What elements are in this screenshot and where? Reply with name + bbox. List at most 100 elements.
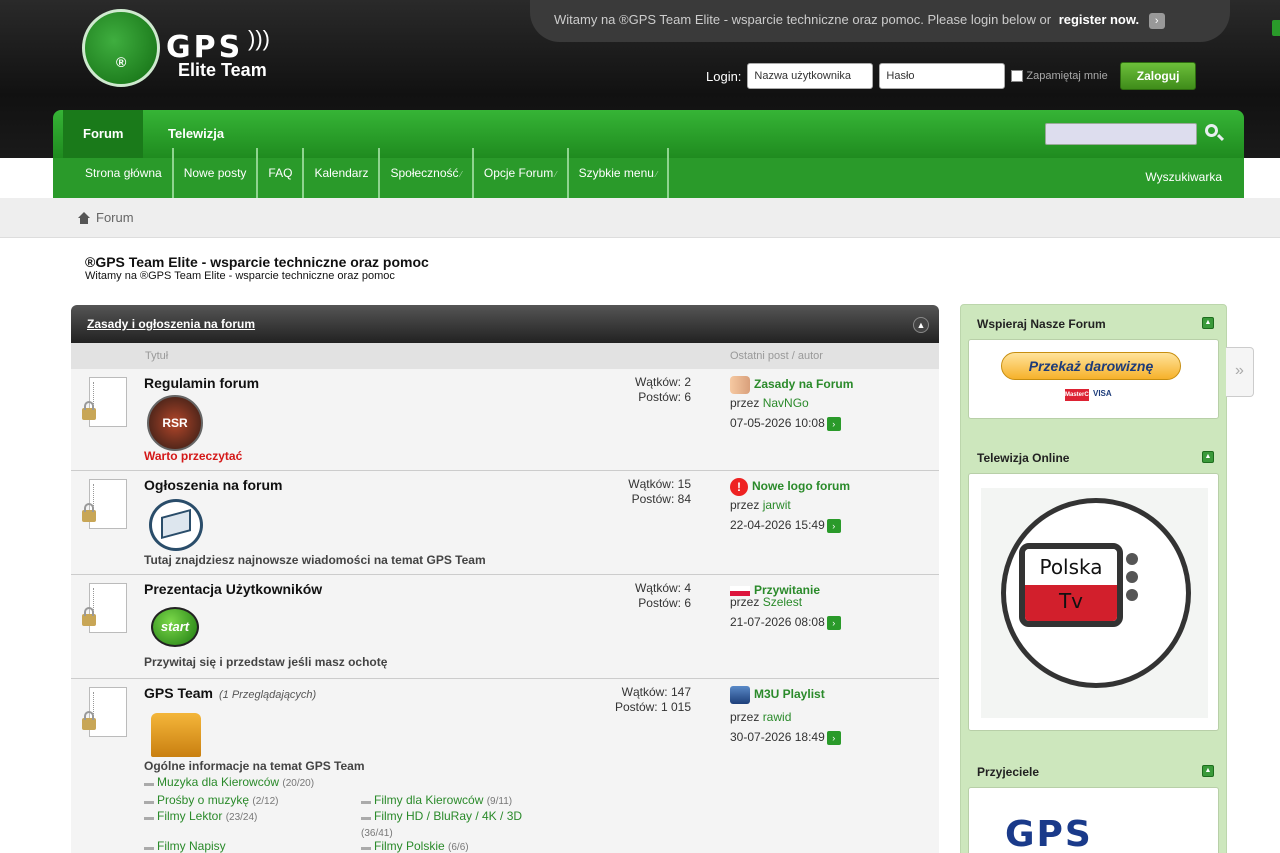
last-post-title[interactable]: M3U Playlist xyxy=(754,687,825,701)
sidebar-toggle-icon[interactable]: » xyxy=(1226,347,1254,397)
col-title: Tytuł xyxy=(145,350,169,362)
subforum-link[interactable]: Filmy Lektor xyxy=(157,809,222,824)
subforum-item[interactable]: ▬ Filmy Napisy xyxy=(144,839,226,853)
expand-icon[interactable]: ▲ xyxy=(1202,765,1214,777)
polska-tv-logo[interactable]: Polska Tv xyxy=(981,488,1208,718)
site-logo[interactable]: ® GPS ))) Elite Team xyxy=(82,4,292,92)
friends-content: GPS xyxy=(968,787,1219,853)
subforum-link[interactable]: Filmy Polskie xyxy=(374,839,445,853)
donate-button[interactable]: Przekaż darowiznę xyxy=(1001,352,1181,380)
subforum-link[interactable]: Muzyka dla Kierowców xyxy=(157,775,279,790)
dropdown-icon: ⁄ xyxy=(555,170,557,179)
go-to-post-icon[interactable]: › xyxy=(826,730,841,745)
subforum-count: (9/11) xyxy=(486,796,513,807)
friend-gps-logo[interactable]: GPS xyxy=(1005,814,1093,853)
go-to-post-icon[interactable]: › xyxy=(826,615,841,630)
subnav-kalendarz[interactable]: Kalendarz xyxy=(304,148,381,198)
forum-stats: Wątków: 4 Postów: 6 xyxy=(635,581,691,611)
go-to-post-icon[interactable]: › xyxy=(826,416,841,431)
page-header: ®GPS Team Elite - wsparcie techniczne or… xyxy=(85,254,429,282)
forum-stats: Wątków: 15 Postów: 84 xyxy=(628,477,691,507)
friends-box: Przyjeciele ▲ GPS xyxy=(961,753,1226,853)
register-link[interactable]: register now. xyxy=(1059,12,1139,27)
subnav-faq[interactable]: FAQ xyxy=(258,148,305,198)
subnav-spolecznosc[interactable]: Społeczność ⁄ xyxy=(380,148,474,198)
viewing-count: (1 Przeglądających) xyxy=(219,689,317,701)
search-input[interactable] xyxy=(1045,123,1197,145)
subforum-icon: ▬ xyxy=(144,778,154,789)
page-title: ®GPS Team Elite - wsparcie techniczne or… xyxy=(85,254,429,270)
forum-title[interactable]: Regulamin forum xyxy=(144,375,259,391)
welcome-bar: Witamy na ®GPS Team Elite - wsparcie tec… xyxy=(530,0,1230,42)
forum-status-icon xyxy=(82,377,127,427)
subforum-link[interactable]: Filmy HD / BluRay / 4K / 3D xyxy=(374,809,522,824)
password-field[interactable] xyxy=(879,63,1006,89)
signal-waves-icon: ))) xyxy=(248,26,270,51)
forum-title[interactable]: Prezentacja Użytkowników xyxy=(144,581,322,597)
advanced-search-link[interactable]: Wyszukiwarka xyxy=(1145,170,1222,184)
posts-count: Postów: 1 015 xyxy=(614,700,691,714)
visa-icon: VISA xyxy=(1093,389,1112,398)
forum-status-icon xyxy=(82,479,127,529)
subforum-item[interactable]: ▬ Muzyka dla Kierowców (20/20) xyxy=(144,775,314,791)
threads-count: Wątków: 4 xyxy=(634,581,691,595)
friends-box-header: Przyjeciele ▲ xyxy=(961,753,1226,787)
forum-status-icon xyxy=(82,687,127,737)
expand-icon[interactable]: ▲ xyxy=(1202,451,1214,463)
subforum-link[interactable]: Prośby o muzykę xyxy=(157,793,249,808)
go-to-post-icon[interactable]: › xyxy=(826,518,841,533)
last-post: M3U Playlist przez rawid 30-07-2026 18:4… xyxy=(730,685,841,746)
last-post-author[interactable]: NavNGo xyxy=(763,396,809,410)
subforum-count: (23/24) xyxy=(225,812,258,823)
breadcrumb: Forum xyxy=(78,210,134,225)
subnav-szybkie-menu[interactable]: Szybkie menu ⁄ xyxy=(569,148,670,198)
lock-icon xyxy=(82,607,96,626)
category-title[interactable]: Zasady i ogłoszenia na forum xyxy=(87,317,255,331)
subnav-nowe-posty[interactable]: Nowe posty xyxy=(174,148,259,198)
last-post-by: przez xyxy=(730,595,760,609)
last-post-author[interactable]: rawid xyxy=(763,710,792,724)
sub-nav: Strona główna Nowe posty FAQ Kalendarz S… xyxy=(53,148,1244,198)
dropdown-icon: ⁄ xyxy=(460,170,462,179)
subnav-label: Szybkie menu xyxy=(578,166,654,180)
subnav-strona-glowna[interactable]: Strona główna xyxy=(75,148,174,198)
threads-count: Wątków: 15 xyxy=(628,477,691,491)
tv-box-header: Telewizja Online ▲ xyxy=(961,439,1226,473)
last-post-date: 21-07-2026 08:08 xyxy=(730,615,825,629)
payment-cards: MasterCardVISA xyxy=(1065,389,1112,401)
collapse-icon[interactable]: ▲ xyxy=(913,317,929,333)
expand-icon[interactable]: ▲ xyxy=(1202,317,1214,329)
subforum-link[interactable]: Filmy Napisy xyxy=(157,839,226,853)
login-button[interactable]: Zaloguj xyxy=(1119,62,1197,90)
last-post-title[interactable]: Zasady na Forum xyxy=(754,377,853,391)
posts-count: Postów: 84 xyxy=(631,492,691,506)
remember-me-checkbox[interactable]: Zapamiętaj mnie xyxy=(1011,70,1108,82)
forum-title-wrap: GPS Team (1 Przeglądających) xyxy=(144,685,316,701)
tv-box: Telewizja Online ▲ Polska Tv xyxy=(961,439,1226,745)
subforum-item[interactable]: ▬ Filmy dla Kierowców (9/11) xyxy=(361,793,512,809)
subforum-icon: ▬ xyxy=(144,812,154,823)
forum-title[interactable]: Ogłoszenia na forum xyxy=(144,477,282,493)
edge-tab[interactable] xyxy=(1272,20,1280,36)
subforum-item[interactable]: ▬ Filmy Lektor (23/24) xyxy=(144,809,257,825)
home-icon[interactable] xyxy=(78,211,90,224)
breadcrumb-bar: Forum xyxy=(0,198,1280,238)
arrow-right-icon[interactable]: › xyxy=(1148,12,1165,29)
col-last-post: Ostatni post / autor xyxy=(730,350,823,362)
last-post-author[interactable]: Szelest xyxy=(763,595,802,609)
username-field[interactable] xyxy=(747,63,874,89)
subforum-link[interactable]: Filmy dla Kierowców xyxy=(374,793,483,808)
last-post-author[interactable]: jarwit xyxy=(763,498,791,512)
checkbox-box[interactable] xyxy=(1011,70,1024,82)
threads-count: Wątków: 2 xyxy=(634,375,691,389)
search-icon[interactable] xyxy=(1203,122,1225,144)
last-post-title[interactable]: Nowe logo forum xyxy=(752,479,850,493)
forum-title[interactable]: GPS Team xyxy=(144,685,213,701)
subnav-opcje-forum[interactable]: Opcje Forum ⁄ xyxy=(474,148,569,198)
forum-stats: Wątków: 147 Postów: 1 015 xyxy=(615,685,691,715)
subforum-item[interactable]: ▬ Prośby o muzykę (2/12) xyxy=(144,793,279,809)
posts-count: Postów: 6 xyxy=(638,390,691,404)
tv-content: Polska Tv xyxy=(968,473,1219,731)
subforum-item[interactable]: ▬ Filmy Polskie (6/6) xyxy=(361,839,469,853)
subforum-item[interactable]: ▬ Filmy HD / BluRay / 4K / 3D (36/41) xyxy=(361,809,591,841)
